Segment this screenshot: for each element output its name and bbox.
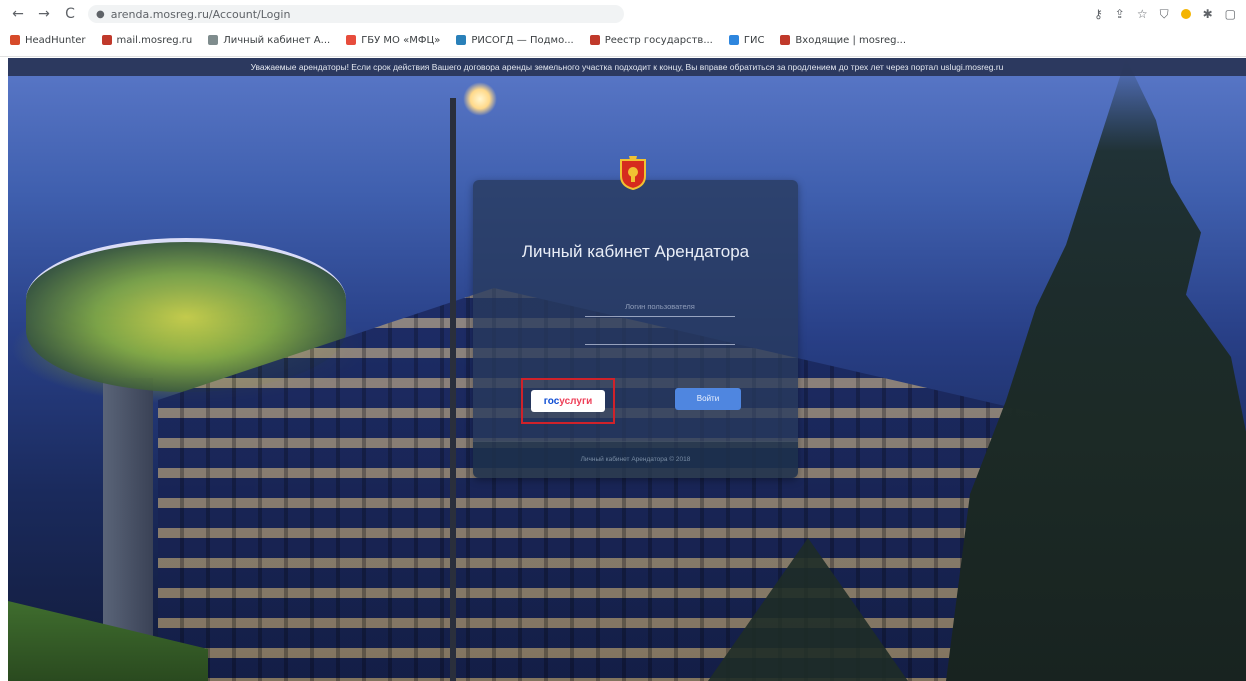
- lock-icon: ●: [96, 8, 105, 20]
- login-field[interactable]: Логин пользователя: [585, 298, 735, 317]
- reload-button[interactable]: C: [62, 6, 78, 22]
- password-field[interactable]: [585, 326, 735, 345]
- gosuslugi-logo-part1: гос: [543, 395, 560, 407]
- bookmark-item[interactable]: Личный кабинет А...: [208, 35, 330, 46]
- browser-actions: ⚷ ⇪ ☆ ⛉ ✱ ▢: [1094, 7, 1236, 22]
- gosuslugi-highlight: гос услуги: [521, 378, 615, 424]
- share-icon[interactable]: ⇪: [1115, 7, 1125, 21]
- back-button[interactable]: ←: [10, 6, 26, 22]
- bookmark-favicon-icon: [101, 35, 112, 45]
- bookmark-label: HeadHunter: [25, 34, 86, 46]
- street-lamp: [450, 98, 456, 681]
- star-icon[interactable]: ☆: [1137, 7, 1148, 21]
- bookmark-item[interactable]: ГБУ МО «МФЦ»: [346, 35, 440, 46]
- lamp-light: [463, 82, 497, 116]
- bookmark-label: ГИС: [743, 34, 765, 46]
- browser-toolbar: ← → C ● arenda.mosreg.ru/Account/Login ⚷…: [0, 0, 1246, 28]
- bookmark-favicon-icon: [589, 35, 600, 45]
- gosuslugi-logo-part2: услуги: [559, 395, 593, 407]
- address-bar[interactable]: ● arenda.mosreg.ru/Account/Login: [88, 5, 624, 23]
- puzzle-icon[interactable]: ✱: [1203, 7, 1213, 21]
- browser-chrome: ← → C ● arenda.mosreg.ru/Account/Login ⚷…: [0, 0, 1246, 57]
- bookmark-favicon-icon: [208, 35, 219, 45]
- bookmark-item[interactable]: РИСОГД — Подмо...: [456, 34, 574, 46]
- notice-banner: Уважаемые арендаторы! Если срок действия…: [8, 58, 1246, 76]
- bookmark-favicon-icon: [728, 35, 739, 45]
- login-card: Личный кабинет Арендатора Логин пользова…: [473, 156, 798, 478]
- key-icon[interactable]: ⚷: [1094, 7, 1103, 21]
- bookmark-label: mail.mosreg.ru: [116, 34, 193, 46]
- address-url: arenda.mosreg.ru/Account/Login: [110, 7, 291, 21]
- bookmark-item[interactable]: HeadHunter: [10, 35, 86, 46]
- bookmark-favicon-icon: [456, 35, 467, 45]
- bookmark-favicon-icon: [346, 35, 357, 45]
- card-footer: Личный кабинет Арендатора © 2018: [473, 441, 798, 478]
- mosreg-emblem-icon: [620, 156, 646, 190]
- page-title: Личный кабинет Арендатора: [521, 242, 750, 261]
- bookmark-item[interactable]: Входящие | mosreg...: [780, 35, 906, 46]
- bookmark-label: Реестр государств...: [604, 34, 713, 46]
- shield-icon[interactable]: ⛉: [1160, 7, 1169, 22]
- bookmark-item[interactable]: Реестр государств...: [589, 34, 713, 46]
- bookmark-label: ГБУ МО «МФЦ»: [361, 34, 441, 46]
- bookmark-favicon-icon: [10, 35, 20, 45]
- bookmark-item[interactable]: ГИС: [728, 34, 765, 46]
- login-button[interactable]: Войти: [675, 388, 741, 410]
- forward-button[interactable]: →: [36, 6, 52, 22]
- extension-icon[interactable]: [1180, 9, 1191, 19]
- bookmark-label: РИСОГД — Подмо...: [471, 34, 574, 46]
- fir-tree: [946, 58, 1246, 681]
- bookmark-item[interactable]: mail.mosreg.ru: [101, 34, 193, 46]
- bookmark-favicon-icon: [780, 35, 791, 45]
- gosuslugi-button[interactable]: гос услуги: [531, 390, 605, 412]
- bookmarks-bar: HeadHunter mail.mosreg.ru Личный кабинет А…: [0, 28, 1246, 52]
- bookmark-label: Личный кабинет А...: [223, 34, 331, 46]
- page-background: Уважаемые арендаторы! Если срок действия…: [8, 58, 1246, 681]
- sidepanel-icon[interactable]: ▢: [1225, 7, 1236, 21]
- bookmark-label: Входящие | mosreg...: [795, 34, 907, 46]
